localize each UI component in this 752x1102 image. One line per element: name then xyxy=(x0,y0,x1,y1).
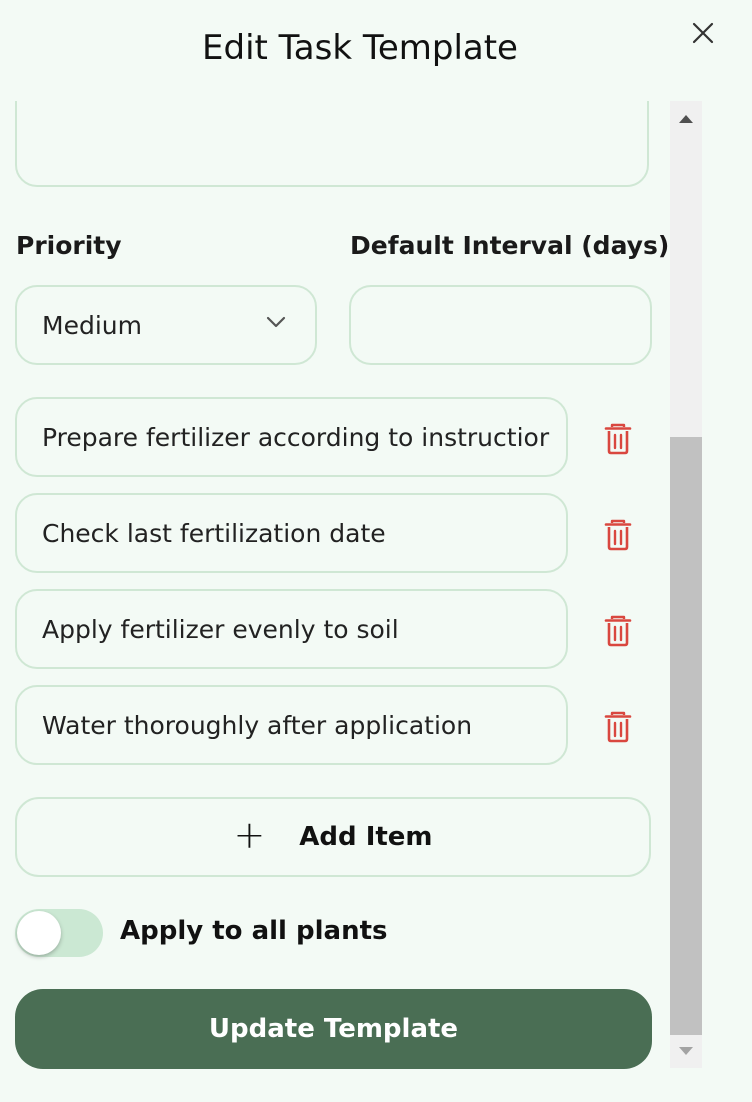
form-scroll-area[interactable]: Priority Default Interval (days) Medium … xyxy=(0,101,670,1102)
delete-item-button[interactable] xyxy=(603,614,633,648)
trash-icon xyxy=(604,519,632,551)
dialog-title: Edit Task Template xyxy=(202,28,518,68)
interval-input[interactable] xyxy=(349,285,652,365)
scrollbar-thumb[interactable] xyxy=(670,437,702,1035)
delete-item-button[interactable] xyxy=(603,422,633,456)
apply-all-label: Apply to all plants xyxy=(120,916,388,946)
edit-task-template-dialog: Edit Task Template Priority Default Inte… xyxy=(0,0,752,1102)
add-item-label: Add Item xyxy=(299,822,433,852)
checklist-item-input[interactable]: Check last fertilization date xyxy=(15,493,568,573)
delete-item-button[interactable] xyxy=(603,710,633,744)
scroll-up-arrow-icon[interactable] xyxy=(678,114,694,124)
priority-select[interactable]: Medium xyxy=(15,285,317,365)
chevron-down-icon xyxy=(266,316,286,328)
apply-all-toggle[interactable] xyxy=(15,909,103,957)
priority-label: Priority xyxy=(16,231,122,260)
checklist-item-input[interactable]: Water thoroughly after application xyxy=(15,685,568,765)
vertical-scrollbar[interactable] xyxy=(670,101,702,1068)
scroll-down-arrow-icon[interactable] xyxy=(678,1046,694,1056)
close-button[interactable] xyxy=(688,18,718,48)
trash-icon xyxy=(604,711,632,743)
trash-icon xyxy=(604,423,632,455)
toggle-knob xyxy=(17,911,61,955)
delete-item-button[interactable] xyxy=(603,518,633,552)
close-icon xyxy=(692,22,714,44)
checklist-item-input[interactable]: Apply fertilizer evenly to soil xyxy=(15,589,568,669)
trash-icon xyxy=(604,615,632,647)
notes-textarea[interactable] xyxy=(15,101,649,187)
checklist-item-input[interactable]: Prepare fertilizer according to instruct… xyxy=(15,397,568,477)
plus-icon: + xyxy=(233,813,266,857)
add-item-button[interactable]: + Add Item xyxy=(15,797,651,877)
priority-select-value: Medium xyxy=(42,310,142,340)
update-template-button[interactable]: Update Template xyxy=(15,989,652,1069)
interval-label: Default Interval (days) xyxy=(350,231,670,260)
